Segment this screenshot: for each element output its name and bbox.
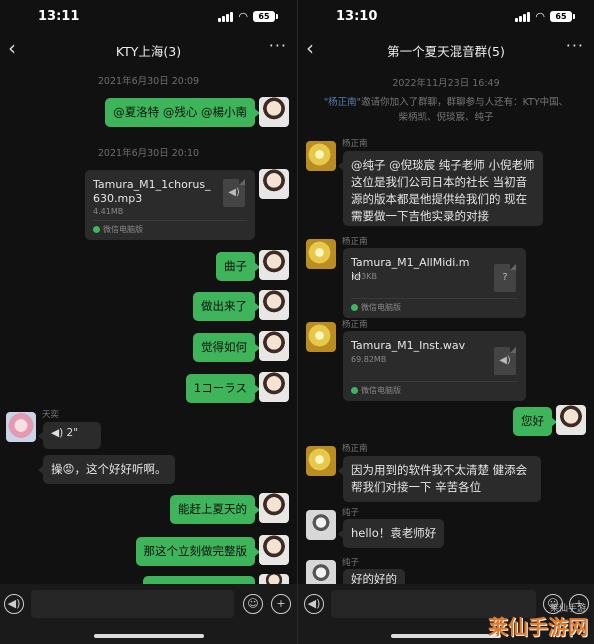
timestamp: 2021年6月30日 20:09 — [97, 76, 200, 87]
file-message[interactable]: Tamura_M1_Inst.wav 69.82MB ◀) 微信电脑版 — [343, 331, 526, 401]
sender-name: 杨正南 — [342, 320, 368, 330]
signal-icon — [218, 11, 234, 22]
timestamp: 2021年6月30日 20:10 — [97, 148, 200, 159]
watermark-logo: 莱仙手游网 — [488, 615, 588, 639]
avatar[interactable] — [259, 372, 289, 402]
input-bar: ◀) ☺ + — [0, 584, 297, 644]
file-source: 微信电脑版 — [351, 385, 401, 396]
system-message: "杨正南"邀请你加入了群聊，群聊参与人还有：KTY中国、柴柄凯、倪琰宸、纯子 — [320, 95, 572, 125]
wifi-icon: ◠ — [535, 10, 545, 23]
right-chat-screen: 13:10 ◠ 65 ‹ 第一个夏天混音群(5) ··· 2022年11月23日… — [297, 0, 594, 644]
message-bubble[interactable]: 做出来了 — [193, 292, 260, 321]
file-size: 69.82MB — [351, 355, 387, 364]
avatar[interactable] — [306, 510, 336, 540]
more-dots-icon[interactable]: ··· — [566, 36, 584, 55]
sender-name: 杨正南 — [342, 139, 368, 149]
message-input[interactable] — [31, 590, 234, 618]
file-source-label: 微信电脑版 — [361, 303, 401, 312]
avatar[interactable] — [259, 493, 289, 523]
avatar[interactable] — [6, 412, 36, 442]
wechat-pc-icon — [351, 387, 358, 394]
plus-icon[interactable]: + — [271, 594, 291, 614]
chat-header: ‹ KTY上海(3) ··· — [0, 34, 297, 66]
system-text: 邀请你加入了群聊，群聊参与人还有：KTY中国、柴柄凯、倪琰宸、纯子 — [361, 97, 569, 123]
message-bubble[interactable]: 1コーラス — [185, 374, 261, 403]
unknown-file-icon: ? — [494, 264, 516, 292]
avatar[interactable] — [556, 405, 586, 435]
left-chat-screen: 13:11 ◠ 65 ‹ KTY上海(3) ··· 2021年6月30日 20:… — [0, 0, 297, 644]
file-size: 4.41MB — [93, 207, 124, 216]
voice-icon[interactable]: ◀) — [4, 594, 24, 614]
message-bubble[interactable]: @纯子 @倪琰宸 纯子老师 小倪老师 这位是我们公司日本的社长 当初音源的版本都… — [338, 151, 543, 226]
file-size: 103KB — [351, 272, 378, 281]
avatar[interactable] — [259, 250, 289, 280]
chat-header: ‹ 第一个夏天混音群(5) ··· — [298, 34, 594, 66]
voice-wave-icon: ◀) — [51, 427, 64, 439]
audio-file-icon: ◀) — [494, 347, 516, 375]
signal-icon — [515, 11, 531, 22]
avatar[interactable] — [306, 141, 336, 171]
inviter-name[interactable]: "杨正南" — [324, 97, 361, 108]
avatar[interactable] — [259, 97, 289, 127]
file-source-label: 微信电脑版 — [103, 225, 143, 234]
wechat-pc-icon — [351, 304, 358, 311]
message-bubble[interactable]: 操😡，这个好好听啊。 — [38, 455, 175, 484]
sender-name: 杨正南 — [342, 444, 368, 454]
message-bubble[interactable]: 那这个立刻做完整版 — [135, 537, 260, 566]
file-source: 微信电脑版 — [93, 224, 143, 235]
home-indicator — [93, 634, 204, 638]
file-source: 微信电脑版 — [351, 302, 401, 313]
sender-name: 纯子 — [342, 558, 360, 568]
more-dots-icon[interactable]: ··· — [269, 36, 287, 55]
sender-name: 纯子 — [342, 508, 360, 518]
message-bubble[interactable]: 曲子 — [216, 252, 260, 281]
message-bubble[interactable]: 因为用到的软件我不太清楚 健添会帮我们对接一下 辛苦各位 — [338, 456, 541, 502]
message-bubble[interactable]: 觉得如何 — [193, 333, 260, 362]
file-name: Tamura_M1_Inst.wav — [351, 339, 466, 352]
avatar[interactable] — [259, 290, 289, 320]
status-time: 13:10 — [336, 9, 378, 24]
avatar[interactable] — [306, 239, 336, 269]
sender-name: 天奕 — [42, 410, 60, 420]
emoji-icon[interactable]: ☺ — [243, 594, 263, 614]
voice-duration: 2" — [66, 427, 79, 439]
divider — [351, 298, 518, 299]
avatar[interactable] — [259, 169, 289, 199]
avatar[interactable] — [259, 331, 289, 361]
screenshot-root: 13:11 ◠ 65 ‹ KTY上海(3) ··· 2021年6月30日 20:… — [0, 0, 594, 644]
status-bar: 13:10 ◠ 65 — [298, 0, 594, 34]
voice-icon[interactable]: ◀) — [304, 594, 324, 614]
audio-file-icon: ◀) — [223, 179, 245, 207]
home-indicator — [391, 634, 501, 638]
file-message[interactable]: Tamura_M1_1chorus_630.mp3 4.41MB ◀) 微信电脑… — [85, 170, 255, 240]
status-icons: ◠ 65 — [515, 10, 575, 23]
divider — [351, 381, 518, 382]
timestamp: 2022年11月23日 16:49 — [392, 78, 500, 89]
sender-name: 杨正南 — [342, 237, 368, 247]
message-bubble[interactable]: @夏洛特 @残心 @楊小南 — [105, 98, 260, 127]
file-message[interactable]: Tamura_M1_AllMidi.mid 103KB ? 微信电脑版 — [343, 248, 526, 318]
battery-icon: 65 — [253, 11, 278, 22]
avatar[interactable] — [306, 322, 336, 352]
wifi-icon: ◠ — [238, 10, 248, 23]
status-bar: 13:11 ◠ 65 — [0, 0, 297, 34]
file-name: Tamura_M1_1chorus_630.mp3 — [93, 178, 211, 205]
chat-title: KTY上海(3) — [115, 44, 182, 59]
status-icons: ◠ 65 — [218, 10, 278, 23]
message-bubble[interactable]: 您好 — [513, 407, 557, 436]
avatar[interactable] — [306, 446, 336, 476]
avatar[interactable] — [259, 535, 289, 565]
voice-message[interactable]: ◀) 2" — [38, 422, 101, 449]
chat-title: 第一个夏天混音群(5) — [387, 44, 505, 59]
status-time: 13:11 — [38, 9, 80, 24]
message-bubble[interactable]: 能赶上夏天的 — [170, 495, 260, 524]
divider — [93, 220, 247, 221]
file-source-label: 微信电脑版 — [361, 386, 401, 395]
battery-icon: 65 — [550, 11, 575, 22]
wechat-pc-icon — [93, 226, 100, 233]
message-bubble[interactable]: hello！袁老师好 — [337, 519, 445, 548]
